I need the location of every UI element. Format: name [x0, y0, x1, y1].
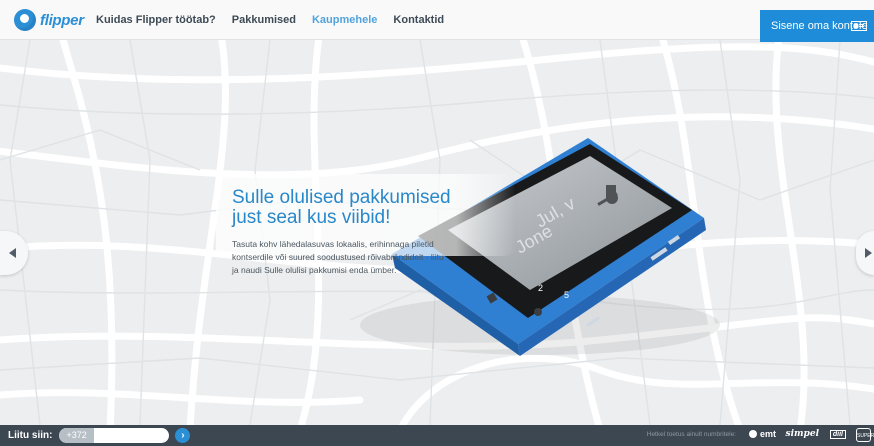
- account-card-icon: [851, 21, 867, 31]
- join-label: Liitu siin:: [8, 430, 53, 441]
- hero-section: Jul, v Jone 2 5 Sulle olulised pakkumise…: [0, 40, 874, 425]
- chevron-left-icon: [8, 248, 16, 258]
- phone-number-field[interactable]: +372: [59, 428, 170, 443]
- partner-super-logo: SUPER: [856, 428, 874, 442]
- country-code-prefix: +372: [59, 428, 94, 443]
- partner-simpel-logo: simpel: [785, 429, 819, 439]
- partner-diil-logo: diil: [829, 430, 846, 439]
- headline-line-2: just seal kus viibid!: [232, 207, 391, 228]
- hero-headline: Sulle olulised pakkumised just seal kus …: [232, 188, 522, 228]
- arrow-right-icon: ›: [181, 430, 185, 441]
- description-line-3: ja naudi Sulle olulisi pakkumisi enda üm…: [232, 265, 397, 275]
- main-nav: Kuidas Flipper töötab? Pakkumised Kaupme…: [96, 0, 460, 40]
- submit-phone-button[interactable]: ›: [175, 428, 191, 443]
- login-button[interactable]: Sisene oma kontole: [760, 10, 874, 42]
- signup-bar: Liitu siin: +372 › Hetkel toetus ainult …: [0, 425, 874, 446]
- smartphone-illustration: Jul, v Jone 2 5: [216, 138, 720, 356]
- emt-logo-icon: [748, 430, 757, 438]
- top-navigation-bar: flipper Kuidas Flipper töötab? Pakkumise…: [0, 0, 874, 42]
- flipper-logo[interactable]: flipper: [14, 8, 96, 32]
- flipper-logo-icon: [14, 9, 36, 31]
- nav-offers[interactable]: Pakkumised: [232, 14, 296, 26]
- nav-contacts[interactable]: Kontaktid: [393, 14, 444, 26]
- partner-emt-logo: emt: [748, 429, 776, 439]
- nav-for-merchants[interactable]: Kaupmehele: [312, 14, 377, 26]
- headline-line-1: Sulle olulised pakkumised: [232, 187, 451, 208]
- nav-how-it-works[interactable]: Kuidas Flipper töötab?: [96, 14, 216, 26]
- phone-tile-1: 2: [538, 283, 543, 293]
- hero-description: Tasuta kohv lähedalasuvas lokaalis, erih…: [232, 238, 518, 277]
- phone-tile-2: 5: [564, 290, 569, 300]
- chevron-right-icon: [864, 248, 872, 258]
- description-line-2: kontserdile või suured soodustused rõiva…: [232, 252, 444, 262]
- supported-operators-note: Hetkel toetus ainult numbritele:: [646, 431, 736, 438]
- description-line-1: Tasuta kohv lähedalasuvas lokaalis, erih…: [232, 239, 434, 249]
- logo-text: flipper: [40, 11, 84, 29]
- partner-emt-text: emt: [759, 429, 776, 439]
- phone-number-input[interactable]: [93, 429, 170, 442]
